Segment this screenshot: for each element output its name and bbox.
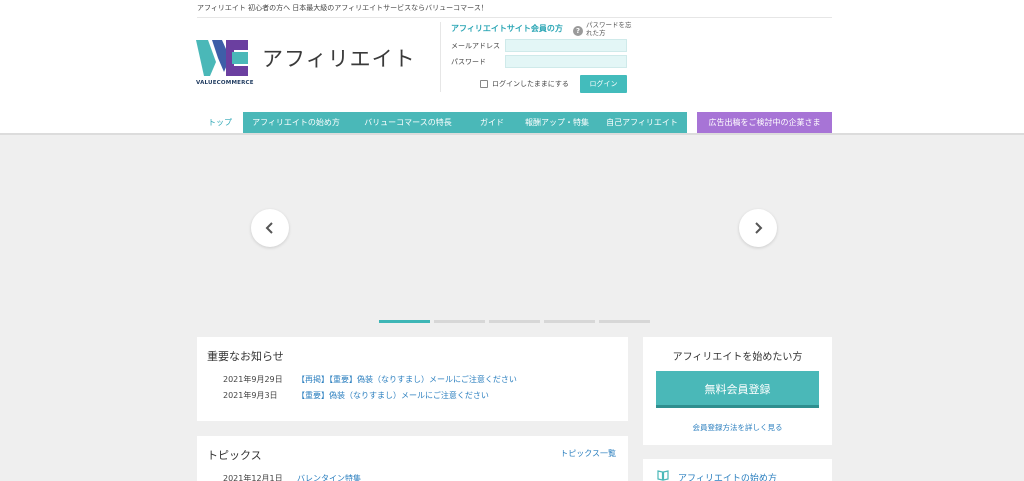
guide-link[interactable]: アフィリエイトの始め方 (678, 471, 777, 481)
password-label: パスワード (451, 58, 486, 66)
help-icon[interactable]: ? (573, 26, 583, 36)
topics-view-all-link[interactable]: トピックス一覧 (560, 448, 616, 459)
signup-howto-link[interactable]: 会員登録方法を詳しく見る (643, 422, 832, 433)
topic-date: 2021年12月1日 (223, 474, 283, 481)
valuecommerce-logo-icon[interactable] (196, 38, 252, 78)
topics-card: トピックス トピックス一覧 2021年12月1日 バレンタイン特集 (197, 436, 628, 481)
news-link[interactable]: 【重要】偽装（なりすまし）メールにご注意ください (297, 390, 489, 401)
list-item: 2021年9月3日 【重要】偽装（なりすまし）メールにご注意ください (223, 390, 489, 401)
topic-link[interactable]: バレンタイン特集 (297, 473, 361, 481)
chevron-left-icon[interactable] (251, 209, 289, 247)
nav-item-rewards[interactable]: 報酬アップ・特集 (517, 112, 597, 133)
carousel-dot[interactable] (489, 320, 540, 323)
carousel-dot[interactable] (544, 320, 595, 323)
nav-item-guide[interactable]: ガイド (467, 112, 517, 133)
free-signup-button[interactable]: 無料会員登録 (656, 371, 819, 408)
logo-wordmark: VALUECOMMERCE (196, 80, 254, 86)
remember-checkbox[interactable] (480, 80, 488, 88)
list-item: 2021年12月1日 バレンタイン特集 (223, 473, 361, 481)
carousel-dot[interactable] (434, 320, 485, 323)
nav-item-getting-started[interactable]: アフィリエイトの始め方 (243, 112, 349, 133)
login-divider (440, 22, 441, 92)
news-link[interactable]: 【再掲】【重要】偽装（なりすまし）メールにご注意ください (297, 374, 517, 385)
hero-carousel (0, 135, 1024, 481)
nav-item-advertisers[interactable]: 広告出稿をご検討中の企業さま (697, 112, 832, 133)
important-news-card: 重要なお知らせ 2021年9月29日 【再掲】【重要】偽装（なりすまし）メールに… (197, 337, 628, 421)
nav-item-self-affiliate[interactable]: 自己アフィリエイト (597, 112, 687, 133)
forgot-password-link[interactable]: パスワードを忘れた方 (586, 21, 634, 37)
news-title: 重要なお知らせ (207, 350, 284, 363)
remember-label: ログインしたままにする (492, 80, 569, 88)
topics-title: トピックス (207, 449, 262, 462)
login-heading: アフィリエイトサイト会員の方 (451, 24, 563, 33)
signup-card: アフィリエイトを始めたい方 無料会員登録 会員登録方法を詳しく見る (643, 337, 832, 445)
carousel-dot[interactable] (599, 320, 650, 323)
news-date: 2021年9月29日 (223, 375, 283, 384)
email-label: メールアドレス (451, 42, 500, 50)
list-item: 2021年9月29日 【再掲】【重要】偽装（なりすまし）メールにご注意ください (223, 374, 517, 385)
site-title: アフィリエイト (262, 47, 416, 71)
guide-card: アフィリエイトの始め方 (643, 459, 832, 481)
book-icon (657, 470, 669, 481)
chevron-right-icon[interactable] (739, 209, 777, 247)
header-divider (197, 17, 832, 18)
main-nav: トップ アフィリエイトの始め方 バリューコマースの特長 ガイド 報酬アップ・特集… (197, 112, 687, 133)
news-date: 2021年9月3日 (223, 391, 278, 400)
email-field[interactable] (505, 39, 627, 52)
carousel-dot[interactable] (379, 320, 430, 323)
nav-item-features[interactable]: バリューコマースの特長 (349, 112, 467, 133)
nav-item-top[interactable]: トップ (197, 112, 243, 133)
carousel-indicators (379, 320, 650, 323)
login-button[interactable]: ログイン (580, 75, 627, 93)
header-tagline: アフィリエイト 初心者の方へ 日本最大級のアフィリエイトサービスならバリューコマ… (197, 4, 488, 12)
remember-me[interactable]: ログインしたままにする (480, 79, 569, 89)
signup-title: アフィリエイトを始めたい方 (672, 352, 803, 363)
password-field[interactable] (505, 55, 627, 68)
